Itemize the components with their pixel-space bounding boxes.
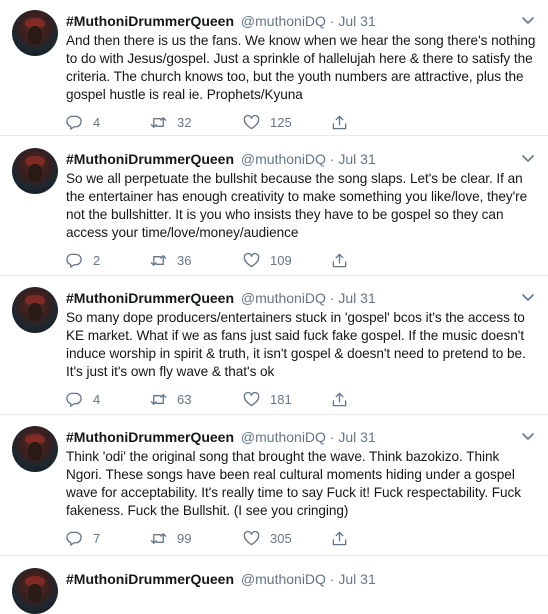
reply-count: 4 <box>93 114 101 130</box>
tweet-date[interactable]: Jul 31 <box>338 290 375 306</box>
avatar[interactable] <box>12 287 58 333</box>
tweet[interactable]: #MuthoniDrummerQueen @muthoniDQ · Jul 31… <box>0 0 548 136</box>
display-name[interactable]: #MuthoniDrummerQueen <box>66 151 234 167</box>
share-icon <box>332 531 347 545</box>
share-button[interactable] <box>331 389 348 409</box>
heart-icon <box>243 114 260 129</box>
like-button[interactable]: 305 <box>243 528 292 548</box>
like-button[interactable]: 125 <box>243 112 292 132</box>
reply-count: 7 <box>93 530 101 546</box>
heart-icon <box>243 391 260 406</box>
tweet-header: #MuthoniDrummerQueen @muthoniDQ · Jul 31 <box>66 570 536 588</box>
reply-button[interactable]: 2 <box>66 250 100 270</box>
tweet[interactable]: #MuthoniDrummerQueen @muthoniDQ · Jul 31… <box>0 416 548 556</box>
tweet[interactable]: #MuthoniDrummerQueen @muthoniDQ · Jul 31 <box>0 558 548 614</box>
display-name[interactable]: #MuthoniDrummerQueen <box>66 13 234 29</box>
separator-dot: · <box>329 571 335 587</box>
reply-count: 4 <box>93 391 101 407</box>
separator-dot: · <box>329 290 335 306</box>
display-name[interactable]: #MuthoniDrummerQueen <box>66 571 234 587</box>
reply-icon <box>66 531 82 546</box>
chevron-down-icon[interactable] <box>520 12 536 28</box>
retweet-icon <box>150 116 167 128</box>
user-handle[interactable]: @muthoniDQ <box>241 290 326 306</box>
like-button[interactable]: 109 <box>243 250 292 270</box>
like-count: 125 <box>270 114 292 130</box>
separator-dot: · <box>329 151 335 167</box>
heart-icon <box>243 530 260 545</box>
tweet-header: #MuthoniDrummerQueen @muthoniDQ · Jul 31 <box>66 150 536 168</box>
user-handle[interactable]: @muthoniDQ <box>241 571 326 587</box>
share-icon <box>332 115 347 129</box>
user-handle[interactable]: @muthoniDQ <box>241 429 326 445</box>
heart-icon <box>243 252 260 267</box>
like-count: 109 <box>270 252 292 268</box>
tweet-actions: 4 63 181 <box>66 389 536 409</box>
like-button[interactable]: 181 <box>243 389 292 409</box>
retweet-icon <box>150 532 167 544</box>
user-handle[interactable]: @muthoniDQ <box>241 13 326 29</box>
tweet-date[interactable]: Jul 31 <box>338 13 375 29</box>
chevron-down-icon[interactable] <box>520 428 536 444</box>
share-button[interactable] <box>331 250 348 270</box>
tweet-text: So many dope producers/entertainers stuc… <box>66 310 526 379</box>
avatar[interactable] <box>12 568 58 614</box>
retweet-count: 99 <box>177 530 192 546</box>
tweet-header: #MuthoniDrummerQueen @muthoniDQ · Jul 31 <box>66 12 536 30</box>
tweet-date[interactable]: Jul 31 <box>338 429 375 445</box>
reply-button[interactable]: 7 <box>66 528 100 548</box>
like-count: 181 <box>270 391 292 407</box>
tweet-header: #MuthoniDrummerQueen @muthoniDQ · Jul 31 <box>66 428 536 446</box>
retweet-icon <box>150 254 167 266</box>
separator-dot: · <box>329 429 335 445</box>
tweet-header: #MuthoniDrummerQueen @muthoniDQ · Jul 31 <box>66 289 536 307</box>
user-handle[interactable]: @muthoniDQ <box>241 151 326 167</box>
reply-count: 2 <box>93 252 101 268</box>
reply-icon <box>66 392 82 407</box>
retweet-button[interactable]: 36 <box>150 250 191 270</box>
separator-dot: · <box>329 13 335 29</box>
retweet-button[interactable]: 32 <box>150 112 191 132</box>
tweet-text: And then there is us the fans. We know w… <box>66 33 536 102</box>
reply-icon <box>66 253 82 268</box>
tweet-date[interactable]: Jul 31 <box>338 151 375 167</box>
tweet[interactable]: #MuthoniDrummerQueen @muthoniDQ · Jul 31… <box>0 277 548 415</box>
share-button[interactable] <box>331 528 348 548</box>
tweet[interactable]: #MuthoniDrummerQueen @muthoniDQ · Jul 31… <box>0 138 548 276</box>
reply-button[interactable]: 4 <box>66 389 100 409</box>
avatar[interactable] <box>12 148 58 194</box>
display-name[interactable]: #MuthoniDrummerQueen <box>66 429 234 445</box>
tweet-text: So we all perpetuate the bullshit becaus… <box>66 171 528 240</box>
retweet-icon <box>150 393 167 405</box>
chevron-down-icon[interactable] <box>520 289 536 305</box>
retweet-button[interactable]: 99 <box>150 528 191 548</box>
avatar[interactable] <box>12 426 58 472</box>
tweet-text: Think 'odi' the original song that broug… <box>66 449 522 518</box>
tweet-actions: 2 36 109 <box>66 250 536 270</box>
like-count: 305 <box>270 530 292 546</box>
tweet-date[interactable]: Jul 31 <box>338 571 375 587</box>
share-icon <box>332 253 347 267</box>
retweet-count: 32 <box>177 114 192 130</box>
retweet-button[interactable]: 63 <box>150 389 191 409</box>
tweet-actions: 7 99 305 <box>66 528 536 548</box>
retweet-count: 36 <box>177 252 192 268</box>
share-button[interactable] <box>331 112 348 132</box>
reply-icon <box>66 115 82 130</box>
avatar[interactable] <box>12 10 58 56</box>
display-name[interactable]: #MuthoniDrummerQueen <box>66 290 234 306</box>
tweet-actions: 4 32 125 <box>66 112 536 132</box>
retweet-count: 63 <box>177 391 192 407</box>
share-icon <box>332 392 347 406</box>
reply-button[interactable]: 4 <box>66 112 100 132</box>
chevron-down-icon[interactable] <box>520 150 536 166</box>
